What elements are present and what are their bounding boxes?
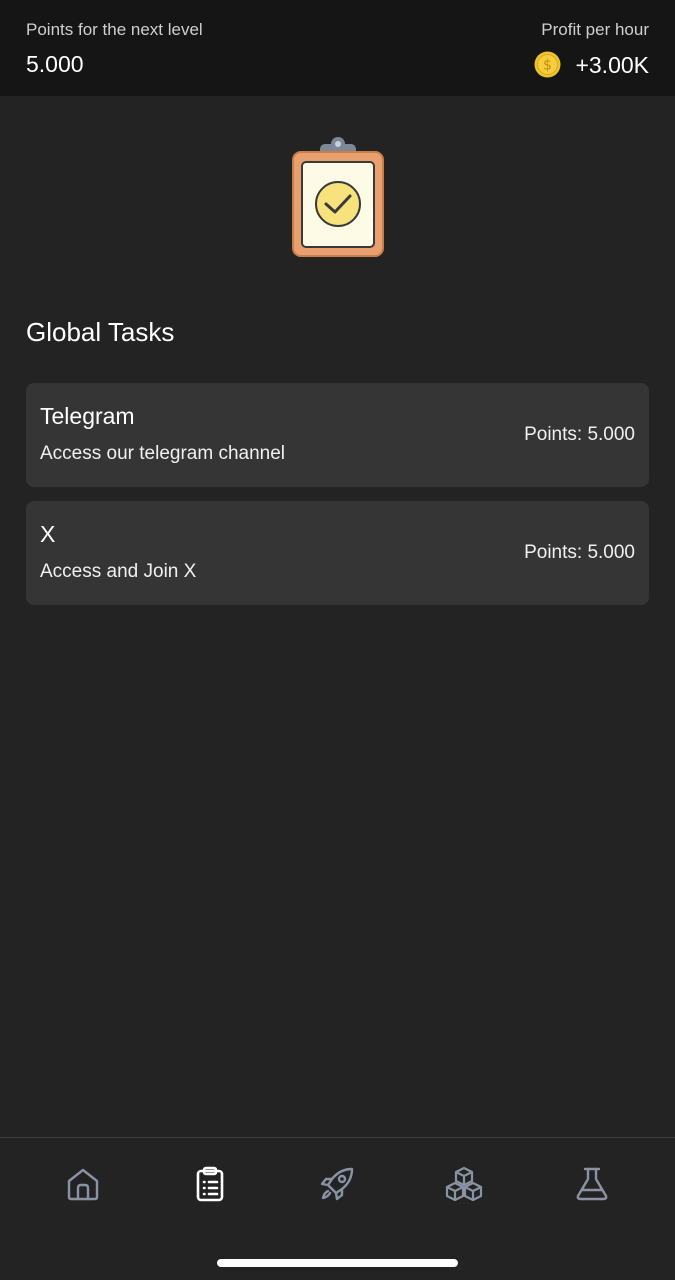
task-title: Telegram — [40, 403, 135, 429]
stats-header: Points for the next level 5.000 Profit p… — [0, 0, 675, 96]
app-root: Points for the next level 5.000 Profit p… — [0, 0, 675, 1280]
profit-per-hour: Profit per hour $ +3.00K — [534, 20, 649, 78]
svg-text:$: $ — [543, 58, 552, 74]
next-level-points: Points for the next level 5.000 — [26, 20, 203, 77]
profit-value-row: $ +3.00K — [534, 51, 649, 78]
task-points: Points: 5.000 — [524, 542, 635, 563]
home-indicator — [217, 1259, 458, 1267]
task-description: Access and Join X — [40, 561, 197, 582]
next-level-value: 5.000 — [26, 51, 84, 77]
task-title: X — [40, 521, 56, 547]
nav-boost[interactable] — [317, 1166, 357, 1206]
clipboard-list-icon — [191, 1165, 229, 1208]
cubes-icon — [445, 1165, 483, 1208]
nav-home[interactable] — [63, 1166, 103, 1206]
rocket-icon — [318, 1165, 356, 1208]
nav-tasks[interactable] — [190, 1166, 230, 1206]
task-card-telegram[interactable]: Telegram Access our telegram channel Poi… — [26, 383, 649, 487]
section-title: Global Tasks — [26, 317, 175, 347]
next-level-label: Points for the next level — [26, 20, 203, 39]
profit-label: Profit per hour — [541, 20, 649, 39]
nav-build[interactable] — [444, 1166, 484, 1206]
task-points: Points: 5.000 — [524, 424, 635, 445]
dollar-coin-icon: $ — [534, 51, 561, 78]
clipboard-check-icon — [290, 134, 386, 260]
nav-lab[interactable] — [572, 1166, 612, 1206]
profit-value: +3.00K — [575, 51, 649, 78]
task-description: Access our telegram channel — [40, 443, 286, 464]
flask-icon — [573, 1165, 611, 1208]
home-icon — [64, 1165, 102, 1208]
task-card-x[interactable]: X Access and Join X Points: 5.000 — [26, 501, 649, 605]
